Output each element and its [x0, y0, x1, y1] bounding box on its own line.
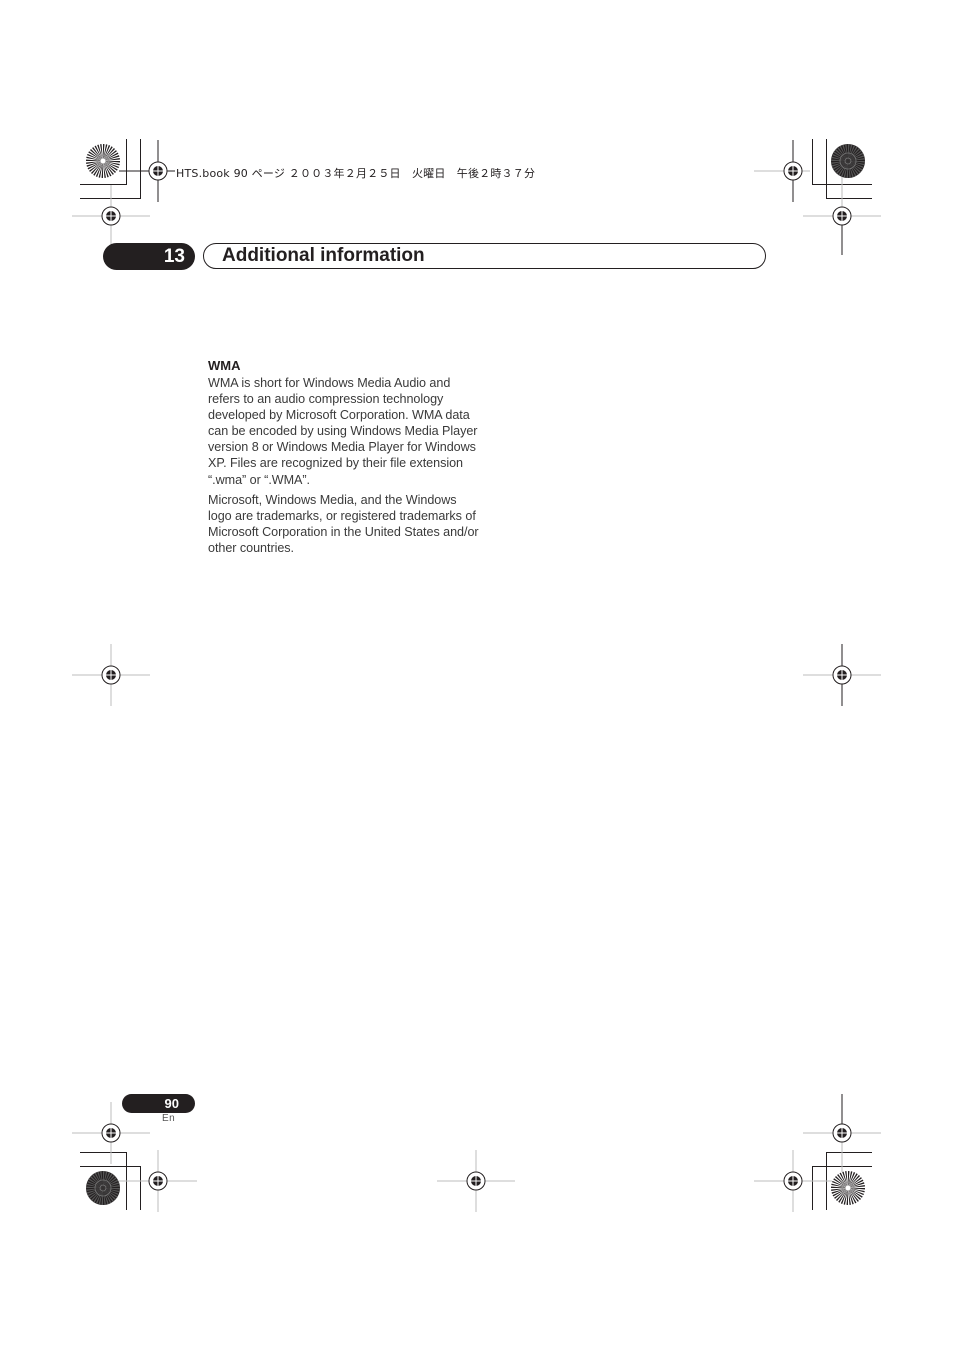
page-language: En: [162, 1113, 176, 1124]
section-paragraph: Microsoft, Windows Media, and the Window…: [208, 492, 479, 555]
slug-line: HTS.book 90 ページ ２００３年２月２５日 火曜日 午後２時３７分: [176, 167, 536, 180]
registration-target-icon: [803, 636, 881, 714]
page-number-tab: 90: [122, 1094, 195, 1113]
page-number: 90: [164, 1096, 179, 1111]
star-target-icon: [85, 143, 121, 179]
wma-section: WMA WMA is short for Windows Media Audio…: [208, 358, 483, 560]
chapter-title: Additional information: [222, 245, 425, 266]
registration-target-icon: [72, 636, 150, 714]
chapter-number: 13: [163, 246, 185, 267]
star-target-icon: [85, 1170, 121, 1206]
star-target-icon: [830, 143, 866, 179]
chapter-number-tab: 13: [103, 243, 195, 270]
section-paragraph: WMA is short for Windows Media Audio and…: [208, 376, 478, 487]
registration-target-icon: [437, 1142, 515, 1220]
star-target-icon: [830, 1170, 866, 1206]
registration-target-icon: [754, 1142, 832, 1220]
registration-target-icon: [119, 1142, 197, 1220]
section-heading: WMA: [208, 358, 241, 373]
registration-target-icon: [803, 177, 881, 255]
